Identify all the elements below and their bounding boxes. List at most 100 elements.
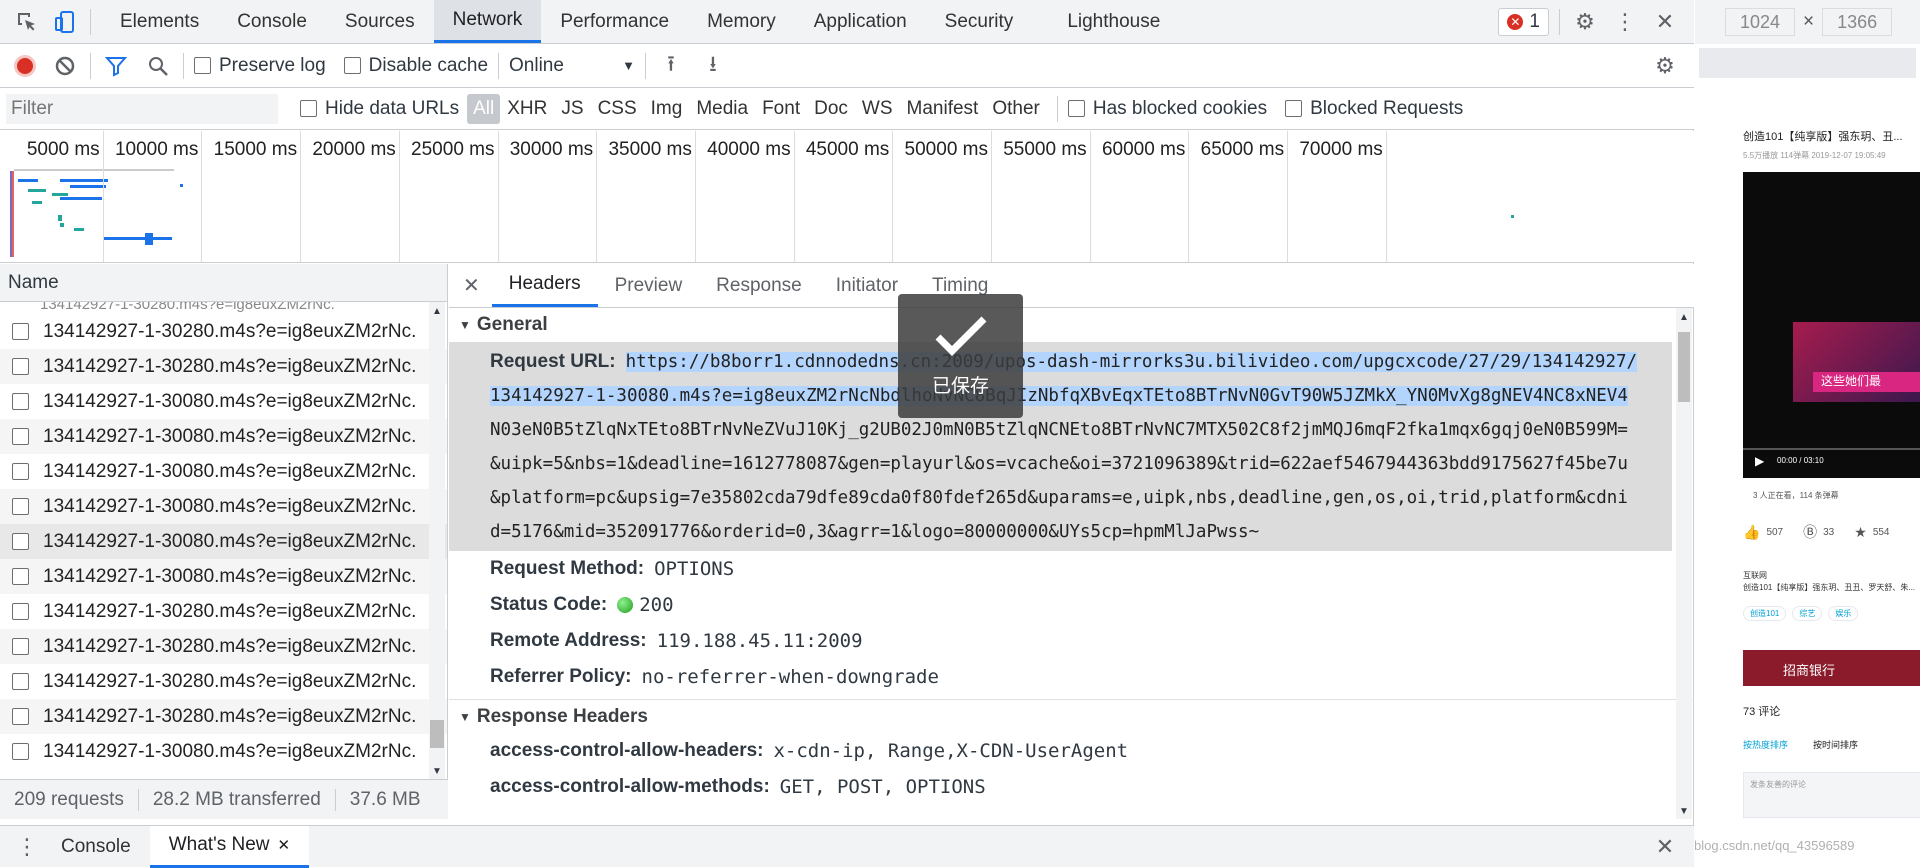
filter-icon[interactable] [101, 51, 131, 81]
close-devtools-icon[interactable]: ✕ [1650, 7, 1680, 37]
scroll-up-icon[interactable]: ▲ [1679, 312, 1689, 323]
like-icon[interactable]: 👍 [1743, 524, 1760, 541]
error-badge[interactable]: ✕ 1 [1498, 7, 1549, 36]
hide-data-urls-checkbox[interactable] [300, 100, 317, 117]
blocked-requests-checkbox[interactable] [1285, 100, 1303, 117]
throttle-select[interactable]: Online ▼ [509, 55, 635, 77]
request-row-checkbox[interactable] [12, 673, 29, 690]
request-row[interactable]: 134142927-1-30080.m4s?e=ig8euxZM2rNc. [0, 524, 447, 559]
request-row[interactable]: 134142927-1-30280.m4s?e=ig8euxZM2rNc. [0, 699, 447, 734]
filter-type-font[interactable]: Font [755, 96, 807, 122]
tab-application[interactable]: Application [795, 0, 926, 43]
export-har-icon[interactable]: ⭳ [698, 51, 728, 81]
device-toolbar-icon[interactable] [50, 7, 80, 37]
request-url-block[interactable]: Request URL: https://b8borr1.cdnnodedns.c… [449, 342, 1672, 551]
favorite-icon[interactable]: ★ [1854, 524, 1867, 541]
request-row-checkbox[interactable] [12, 463, 29, 480]
drawer-menu-icon[interactable]: ⋮ [12, 832, 42, 862]
request-row[interactable]: 134142927-1-30280.m4s?e=ig8euxZM2rNc. [0, 629, 447, 664]
request-row[interactable]: 134142927-1-30280.m4s?e=ig8euxZM2rNc. [0, 594, 447, 629]
inspect-element-icon[interactable] [12, 7, 42, 37]
request-row-checkbox[interactable] [12, 743, 29, 760]
request-row[interactable]: 134142927-1-30080.m4s?e=ig8euxZM2rNc. [0, 734, 447, 769]
filter-type-css[interactable]: CSS [591, 96, 644, 122]
close-tab-icon[interactable]: ✕ [277, 836, 290, 854]
disable-cache-checkbox[interactable] [343, 57, 361, 74]
filter-type-xhr[interactable]: XHR [500, 96, 554, 122]
device-width-input[interactable] [1725, 8, 1795, 36]
video-tag[interactable]: 综艺 [1792, 606, 1823, 621]
response-headers-section-header[interactable]: ▼ Response Headers [449, 699, 1694, 733]
filter-type-media[interactable]: Media [689, 96, 755, 122]
tab-security[interactable]: Security [926, 0, 1033, 43]
request-row[interactable]: 134142927-1-30080.m4s?e=ig8euxZM2rNc. [0, 559, 447, 594]
video-tag[interactable]: 娱乐 [1828, 606, 1859, 621]
request-row[interactable]: 134142927-1-30080.m4s?e=ig8euxZM2rNc. [0, 419, 447, 454]
request-row-checkbox[interactable] [12, 568, 29, 585]
record-button[interactable] [14, 54, 36, 77]
request-row-checkbox[interactable] [12, 708, 29, 725]
request-row-checkbox[interactable] [12, 638, 29, 655]
comment-input[interactable]: 发条友善的评论 [1743, 772, 1920, 818]
filter-type-js[interactable]: JS [554, 96, 590, 122]
request-list-scrollbar[interactable]: ▲ ▼ [429, 302, 445, 779]
filter-type-other[interactable]: Other [985, 96, 1047, 122]
close-drawer-icon[interactable]: ✕ [1650, 832, 1680, 862]
tab-console[interactable]: Console [218, 0, 326, 43]
request-row-checkbox[interactable] [12, 358, 29, 375]
has-blocked-cookies-checkbox[interactable] [1067, 100, 1085, 117]
scrollbar-thumb[interactable] [1678, 332, 1690, 402]
filter-type-manifest[interactable]: Manifest [900, 96, 986, 122]
scroll-down-icon[interactable]: ▼ [432, 766, 442, 777]
coin-icon[interactable]: Ⓑ [1803, 522, 1817, 542]
request-row-checkbox[interactable] [12, 498, 29, 515]
request-row[interactable]: 134142927-1-30080.m4s?e=ig8euxZM2rNc. [0, 454, 447, 489]
request-row-checkbox[interactable] [12, 603, 29, 620]
settings-gear-icon[interactable]: ⚙ [1570, 7, 1600, 37]
scrollbar-thumb[interactable] [430, 720, 444, 748]
ad-banner[interactable]: 招商银行 [1743, 650, 1920, 686]
filter-type-img[interactable]: Img [644, 96, 690, 122]
request-row-checkbox[interactable] [12, 323, 29, 340]
play-icon[interactable]: ▶ [1755, 454, 1764, 468]
tab-elements[interactable]: Elements [101, 0, 218, 43]
timeline-overview[interactable]: 5000 ms 10000 ms 15000 ms 20000 ms 25000 ms 3… [0, 131, 1694, 263]
preserve-log-checkbox[interactable] [194, 57, 211, 74]
general-section-header[interactable]: ▼ General [449, 308, 1694, 342]
name-column-header[interactable]: Name [0, 264, 447, 302]
video-tag[interactable]: 创造101 [1743, 606, 1787, 621]
video-player[interactable]: 这些她们最 ▶ 00:00 / 03:10 [1743, 172, 1920, 478]
more-options-icon[interactable]: ⋮ [1610, 7, 1640, 37]
network-settings-icon[interactable]: ⚙ [1650, 51, 1680, 81]
drawer-tab-whats-new[interactable]: What's New ✕ [149, 825, 310, 868]
clear-icon[interactable] [50, 51, 80, 81]
request-row[interactable]: 134142927-1-30280.m4s?e=ig8euxZM2rNc. [0, 349, 447, 384]
tab-network[interactable]: Network [433, 0, 542, 43]
tab-lighthouse[interactable]: Lighthouse [1048, 0, 1179, 43]
tab-sources[interactable]: Sources [326, 0, 434, 43]
detail-tab-headers[interactable]: Headers [491, 264, 598, 307]
request-row[interactable]: 134142927-1-30080.m4s?e=ig8euxZM2rNc. [0, 384, 447, 419]
request-row[interactable]: 134142927-1-30080.m4s?e=ig8euxZM2rNc. [0, 489, 447, 524]
close-details-icon[interactable]: ✕ [449, 273, 492, 298]
scroll-down-icon[interactable]: ▼ [1679, 806, 1689, 817]
details-scrollbar[interactable]: ▲ ▼ [1676, 308, 1692, 819]
tab-memory[interactable]: Memory [688, 0, 795, 43]
detail-tab-response[interactable]: Response [699, 264, 819, 307]
sort-by-time[interactable]: 按时间排序 [1813, 738, 1858, 751]
import-har-icon[interactable]: ⭱ [656, 51, 686, 81]
filter-input[interactable] [6, 93, 278, 124]
search-icon[interactable] [143, 51, 173, 81]
scroll-up-icon[interactable]: ▲ [432, 306, 442, 317]
sort-by-hot[interactable]: 按热度排序 [1743, 738, 1788, 751]
request-row-checkbox[interactable] [12, 533, 29, 550]
tab-performance[interactable]: Performance [541, 0, 688, 43]
filter-type-ws[interactable]: WS [855, 96, 900, 122]
filter-type-doc[interactable]: Doc [807, 96, 855, 122]
filter-type-all[interactable]: All [467, 93, 501, 124]
request-row-checkbox[interactable] [12, 393, 29, 410]
device-height-input[interactable] [1822, 8, 1893, 36]
request-row[interactable]: 134142927-1-30280.m4s?e=ig8euxZM2rNc. [0, 314, 447, 349]
video-title[interactable]: 创造101【纯享版】强东玥、丑... [1743, 128, 1903, 144]
request-row[interactable]: 134142927-1-30280.m4s?e=ig8euxZM2rNc. [0, 664, 447, 699]
